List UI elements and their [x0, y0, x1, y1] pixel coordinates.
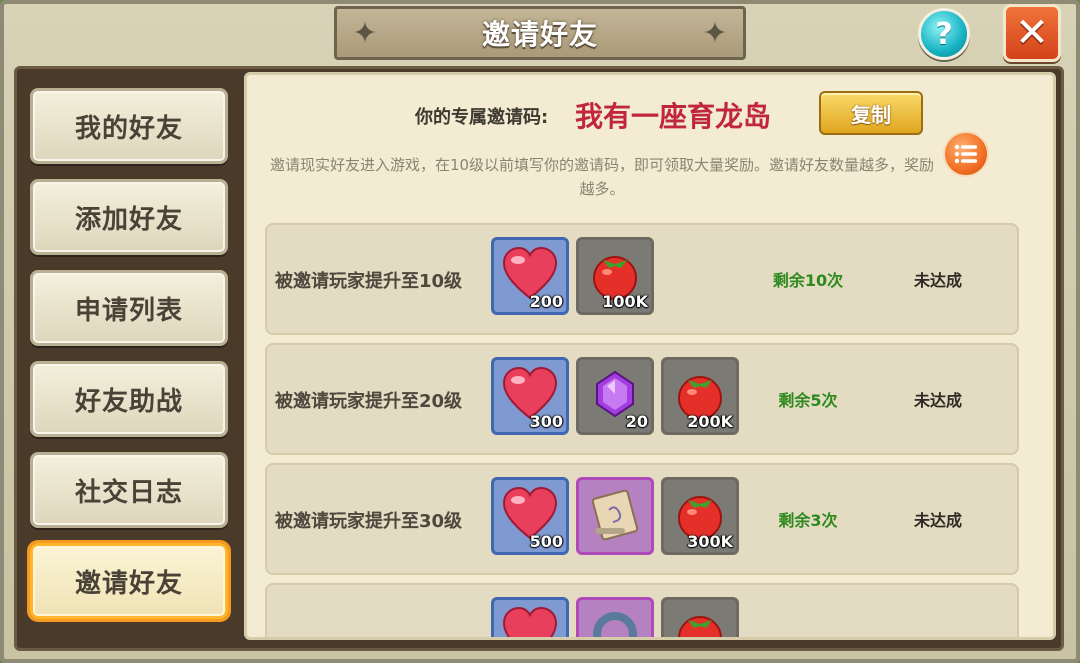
corner-ornament-icon: ✦	[352, 16, 378, 51]
reward-row	[265, 583, 1019, 637]
copy-button-label: 复制	[851, 102, 891, 127]
status-text: 未达成	[913, 391, 962, 410]
title-plate: ✦ 邀请好友 ✦	[334, 6, 746, 60]
page-title: 邀请好友	[481, 18, 598, 51]
sidebar: 我的好友 添加好友 申请列表 好友助战 社交日志 邀请好友	[30, 88, 230, 634]
remaining-count: 剩余3次	[778, 511, 838, 530]
sidebar-item-friend-assist[interactable]: 好友助战	[30, 361, 228, 437]
reward-item[interactable]: 20	[576, 357, 654, 435]
corner-ornament-icon: ✦	[702, 16, 728, 51]
reward-condition: 被邀请玩家提升至20级	[275, 391, 463, 412]
rules-list-button[interactable]	[943, 131, 989, 177]
sidebar-item-my-friends[interactable]: 我的好友	[30, 88, 228, 164]
help-button[interactable]: ?	[918, 8, 970, 60]
heart-icon	[502, 606, 558, 637]
invite-code-row: 你的专属邀请码: 我有一座育龙岛 复制	[247, 91, 1053, 135]
sidebar-item-social-log[interactable]: 社交日志	[30, 452, 228, 528]
copy-button[interactable]: 复制	[819, 91, 923, 135]
reward-item[interactable]: 100K	[576, 237, 654, 315]
reward-item[interactable]	[576, 477, 654, 555]
status-text: 未达成	[913, 511, 962, 530]
sidebar-item-add-friend[interactable]: 添加好友	[30, 179, 228, 255]
reward-item[interactable]: 300K	[661, 477, 739, 555]
reward-row: 被邀请玩家提升至10级 200 100K 剩余10次 未达成	[265, 223, 1019, 335]
reward-row: 被邀请玩家提升至30级 500 300K 剩余3次 未达成	[265, 463, 1019, 575]
invite-panel: 你的专属邀请码: 我有一座育龙岛 复制 邀请现实好友进入游戏，在10级以前填写你…	[244, 72, 1056, 640]
tomato-icon	[678, 616, 722, 637]
ring-icon	[593, 612, 637, 637]
reward-item[interactable]: 300	[491, 357, 569, 435]
reward-count: 300K	[687, 532, 733, 551]
reward-condition: 被邀请玩家提升至30级	[275, 511, 463, 532]
reward-list: 被邀请玩家提升至10级 200 100K 剩余10次 未达成 被邀请玩家提升至2…	[265, 223, 1019, 637]
invite-code-label: 你的专属邀请码:	[415, 107, 549, 128]
reward-count: 200K	[687, 412, 733, 431]
reward-item[interactable]: 200K	[661, 357, 739, 435]
reward-row: 被邀请玩家提升至20级 300 20 200K 剩余5次 未达成	[265, 343, 1019, 455]
scroll-icon	[591, 489, 639, 541]
remaining-count: 剩余5次	[778, 391, 838, 410]
close-button[interactable]: ✕	[1003, 4, 1061, 62]
reward-item[interactable]	[491, 597, 569, 637]
sidebar-item-label: 添加好友	[74, 204, 183, 235]
reward-count: 100K	[602, 292, 648, 311]
sidebar-item-label: 申请列表	[74, 295, 183, 326]
reward-item[interactable]	[661, 597, 739, 637]
reward-item[interactable]: 200	[491, 237, 569, 315]
status-text: 未达成	[913, 271, 962, 290]
close-icon: ✕	[1015, 10, 1049, 56]
question-icon: ?	[935, 16, 953, 52]
reward-count: 500	[529, 532, 563, 551]
reward-count: 20	[625, 412, 648, 431]
invite-description: 邀请现实好友进入游戏，在10级以前填写你的邀请码，即可领取大量奖励。邀请好友数量…	[269, 156, 935, 198]
sidebar-item-label: 好友助战	[74, 386, 183, 417]
reward-item[interactable]: 500	[491, 477, 569, 555]
sidebar-item-requests[interactable]: 申请列表	[30, 270, 228, 346]
sidebar-item-label: 社交日志	[74, 477, 183, 508]
invite-code-value: 我有一座育龙岛	[575, 100, 772, 133]
reward-condition: 被邀请玩家提升至10级	[275, 271, 463, 292]
reward-count: 200	[529, 292, 563, 311]
sidebar-item-invite-friends[interactable]: 邀请好友	[30, 543, 228, 619]
sidebar-item-label: 邀请好友	[74, 568, 183, 599]
sidebar-item-label: 我的好友	[74, 113, 183, 144]
list-icon	[954, 144, 977, 164]
reward-item[interactable]	[576, 597, 654, 637]
reward-count: 300	[529, 412, 563, 431]
remaining-count: 剩余10次	[772, 271, 844, 290]
